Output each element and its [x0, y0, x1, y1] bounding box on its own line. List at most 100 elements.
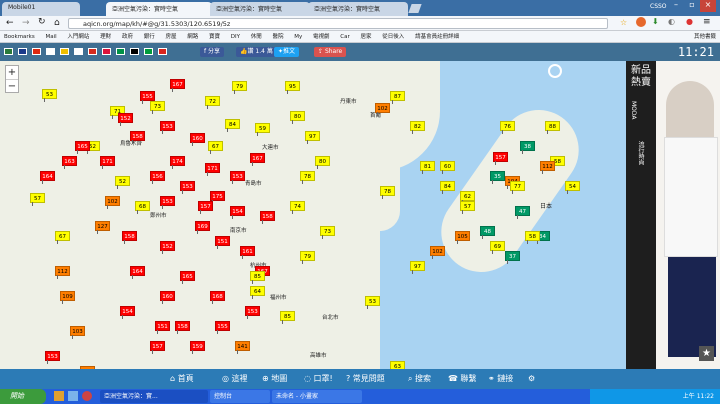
aqi-marker[interactable]: 103	[70, 326, 85, 339]
bookmark-item[interactable]: 入門網站	[67, 31, 89, 42]
aqi-marker[interactable]: 52	[115, 176, 130, 189]
bookmark-item[interactable]: 政府	[122, 31, 133, 42]
aqi-marker[interactable]: 163	[62, 156, 77, 169]
aqi-marker[interactable]: 73	[150, 101, 165, 114]
aqi-marker[interactable]: 79	[232, 81, 247, 94]
aqi-marker[interactable]: 102	[105, 196, 120, 209]
aqi-marker[interactable]: 155	[215, 321, 230, 334]
aqi-marker[interactable]: 88	[545, 121, 560, 134]
aqi-marker[interactable]: 72	[205, 96, 220, 109]
aqi-marker[interactable]: 160	[160, 291, 175, 304]
close-icon[interactable]: ×	[700, 0, 716, 12]
aqi-marker[interactable]: 38	[520, 141, 535, 154]
nav-home[interactable]: ⌂ 首頁	[170, 373, 194, 385]
aqi-marker[interactable]: 53	[365, 296, 380, 309]
zoom-out-button[interactable]: −	[6, 79, 18, 92]
bookmark-item[interactable]: 請基會員註冊詳細	[415, 31, 459, 42]
nav-search[interactable]: ⌕ 搜索	[408, 373, 431, 385]
tweet-button[interactable]: ✦推文	[274, 47, 300, 57]
aqi-marker[interactable]: 85	[280, 311, 295, 324]
ad-panel[interactable]: 新品熱賣 MODA 流行時尚 ★	[626, 61, 720, 369]
reload-icon[interactable]: ↻	[38, 17, 46, 27]
flag-it-icon[interactable]	[116, 48, 125, 55]
aqi-marker[interactable]: 158	[130, 131, 145, 144]
aqi-marker[interactable]: 63	[390, 361, 405, 369]
aqi-marker[interactable]: 57	[460, 201, 475, 214]
aqi-marker[interactable]: 102	[430, 246, 445, 259]
aqi-marker[interactable]: 35	[490, 171, 505, 184]
aqi-marker[interactable]: 154	[120, 306, 135, 319]
aqi-marker[interactable]: 127	[95, 221, 110, 234]
aqi-marker[interactable]: 153	[245, 306, 260, 319]
url-input[interactable]: aqicn.org/map/kh/#@g/31.5303/120.6519/5z	[68, 18, 608, 29]
bookmark-item[interactable]: 銀行	[144, 31, 155, 42]
new-tab-button[interactable]	[408, 4, 422, 13]
flag-jp-icon[interactable]	[46, 48, 55, 55]
flag-uk-icon[interactable]	[18, 48, 27, 55]
aqi-marker[interactable]: 74	[290, 201, 305, 214]
aqi-marker[interactable]: 67	[208, 141, 223, 154]
aqi-marker[interactable]: 175	[210, 191, 225, 204]
bookmark-item[interactable]: My	[294, 31, 302, 42]
tab-aqi-1[interactable]: 亞洲空氣污染：實時空氣	[106, 2, 212, 16]
facebook-like-button[interactable]: 👍讚 1.4 萬	[236, 47, 277, 57]
aqi-marker[interactable]: 112	[55, 266, 70, 279]
aqi-marker[interactable]: 153	[160, 196, 175, 209]
bookmark-item[interactable]: Mail	[45, 31, 56, 42]
aqi-marker[interactable]: 164	[40, 171, 55, 184]
quicklaunch-icon[interactable]	[54, 391, 64, 401]
other-bookmarks[interactable]: 其他書籤	[690, 31, 716, 42]
extension-3-icon[interactable]: ●	[686, 17, 693, 26]
aqi-marker[interactable]: 158	[175, 321, 190, 334]
aqi-marker[interactable]: 68	[135, 201, 150, 214]
forward-icon[interactable]: →	[22, 18, 30, 28]
flag-de-icon[interactable]	[130, 48, 139, 55]
aqi-marker[interactable]: 81	[420, 161, 435, 174]
aqi-marker[interactable]: 76	[500, 121, 515, 134]
aqi-marker[interactable]: 87	[390, 91, 405, 104]
aqi-marker[interactable]: 168	[210, 291, 225, 304]
tab-aqi-2[interactable]: 亞洲空氣污染：實時空氣	[210, 2, 310, 16]
nav-faq[interactable]: ? 常見問題	[346, 373, 385, 385]
aqi-marker[interactable]: 67	[55, 231, 70, 244]
aqi-marker[interactable]: 161	[240, 246, 255, 259]
aqi-marker[interactable]: 152	[160, 241, 175, 254]
aqi-marker[interactable]: 153	[180, 181, 195, 194]
aqi-marker[interactable]: 169	[195, 221, 210, 234]
aqi-marker[interactable]: 102	[375, 103, 390, 116]
share-button[interactable]: ⇪ Share	[314, 47, 347, 57]
aqi-marker[interactable]: 158	[260, 211, 275, 224]
quicklaunch-icon[interactable]	[82, 391, 92, 401]
bookmark-item[interactable]: 居家	[361, 31, 372, 42]
nav-mask[interactable]: ◌ 口罩!	[304, 373, 333, 385]
home-icon[interactable]: ⌂	[54, 18, 60, 28]
taskbar-item[interactable]: 亞洲空氣污染：實...	[100, 390, 208, 403]
aqi-marker[interactable]: 37	[505, 251, 520, 264]
aqi-marker[interactable]: 47	[515, 206, 530, 219]
aqi-marker[interactable]: 151	[215, 236, 230, 249]
aqi-marker[interactable]: 152	[118, 113, 133, 126]
aqi-marker[interactable]: 95	[285, 81, 300, 94]
aqi-marker[interactable]: 58	[525, 231, 540, 244]
search-icon[interactable]	[548, 64, 562, 78]
tab-mobile01[interactable]: Mobile01	[2, 2, 80, 16]
zoom-in-button[interactable]: +	[6, 66, 18, 79]
aqi-marker[interactable]: 84	[225, 119, 240, 132]
aqi-marker[interactable]: 54	[565, 181, 580, 194]
aqi-marker[interactable]: 171	[205, 163, 220, 176]
bookmark-star-icon[interactable]: ☆	[620, 18, 627, 27]
aqi-marker[interactable]: 77	[510, 181, 525, 194]
aqi-marker[interactable]: 154	[230, 206, 245, 219]
aqi-marker[interactable]: 164	[130, 266, 145, 279]
aqi-marker[interactable]: 60	[440, 161, 455, 174]
flag-kr-icon[interactable]	[74, 48, 83, 55]
flag-cn-icon[interactable]	[32, 48, 41, 55]
aqi-marker[interactable]: 78	[380, 186, 395, 199]
settings-icon[interactable]: ⚙	[528, 373, 535, 385]
aqi-marker[interactable]: 165	[180, 271, 195, 284]
aqi-marker[interactable]: 174	[170, 156, 185, 169]
taskbar-item[interactable]: 未命名 - 小畫家	[272, 390, 362, 403]
aqi-marker[interactable]: 157	[150, 341, 165, 354]
flag-ru-icon[interactable]	[88, 48, 97, 55]
bookmark-item[interactable]: 理財	[100, 31, 111, 42]
